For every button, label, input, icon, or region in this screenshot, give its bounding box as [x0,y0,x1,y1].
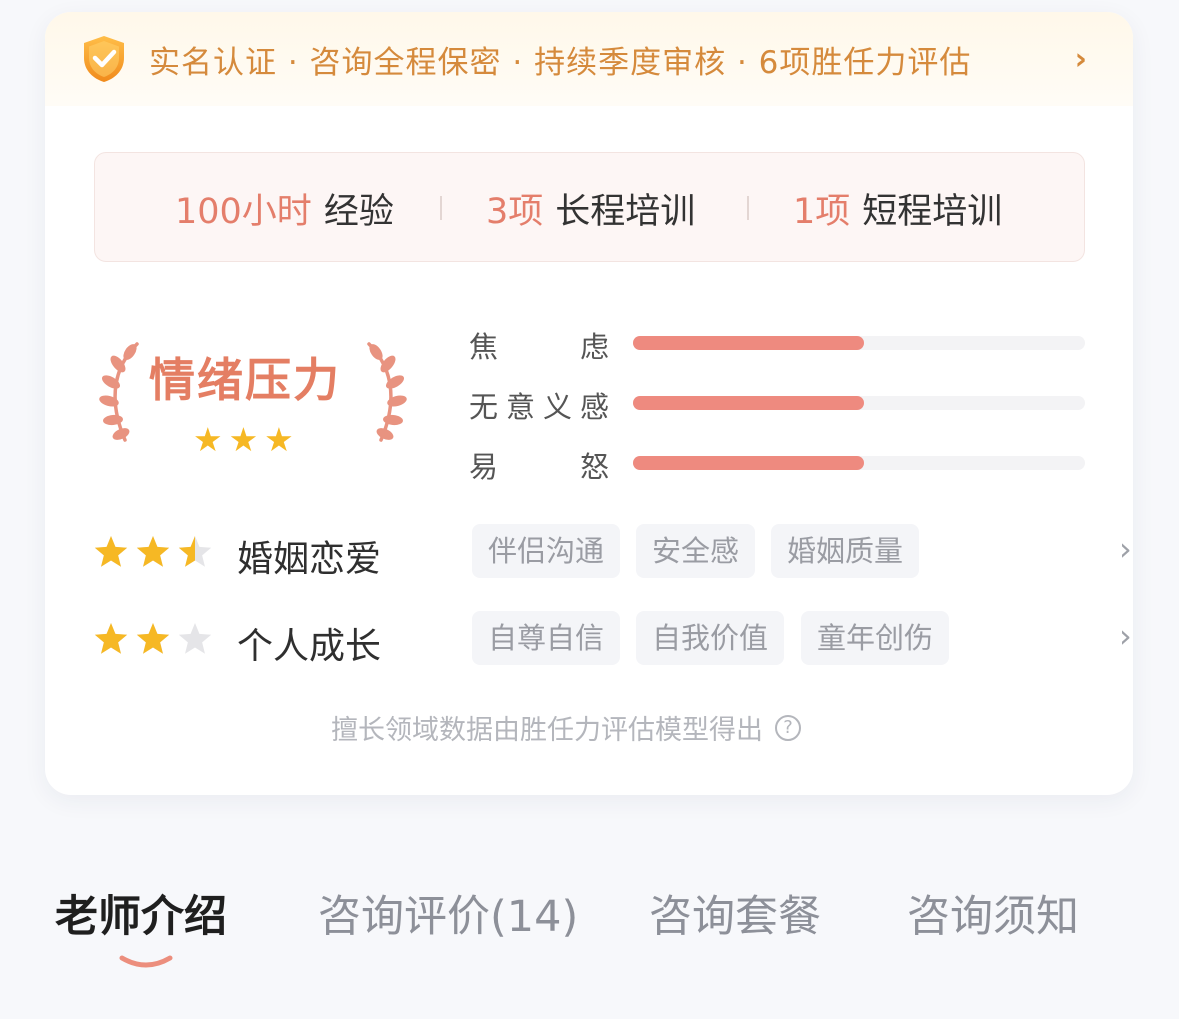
symptom-bar-meaninglessness: 无 意 义 感 [469,382,1087,424]
category-name: 婚姻恋爱 [237,539,382,580]
star-rating [94,536,212,567]
label-char: 怒 [579,450,609,484]
stat-value: 100小时 [175,192,312,232]
symptom-label: 易 怒 [469,444,609,486]
label-char: 意 [505,390,535,424]
tag-chip[interactable]: 安全感 [636,524,756,578]
star-filled-icon [94,623,128,654]
label-char: 义 [542,390,572,424]
chevron-right-icon: › [1074,42,1087,77]
help-circle-icon[interactable]: ? [775,714,801,741]
featured-specialty-emblem: 情绪压力 ★★★ [93,334,413,459]
tab-teacher-intro[interactable]: 老师介绍 [55,882,227,944]
label-char: 虑 [579,330,609,364]
stat-experience: 100小时 经验 [175,183,394,234]
category-row-marriage[interactable]: 婚姻恋爱 伴侣沟通 安全感 婚姻质量 › [93,524,1132,580]
tag-chip[interactable]: 自尊自信 [472,611,621,665]
footnote-text: 擅长领域数据由胜任力评估模型得出 [331,715,763,746]
laurel-right-icon [367,342,407,442]
experience-stats: 100小时 经验 3项 长程培训 1项 短程培训 [94,152,1085,262]
tag-chip[interactable]: 伴侣沟通 [472,524,621,578]
tag-chip[interactable]: 自我价值 [636,611,785,665]
stat-label: 短程培训 [862,192,1003,232]
label-char: 焦 [469,330,499,364]
tab-notice[interactable]: 咨询须知 [907,882,1079,944]
certification-text: 实名认证 · 咨询全程保密 · 持续季度审核 · 6项胜任力评估 [149,44,972,81]
profile-tab-bar: 老师介绍 咨询评价(14) 咨询套餐 咨询须知 [0,860,1179,980]
symptom-bar-anxiety: 焦 虑 [469,322,1087,364]
tab-reviews[interactable]: 咨询评价(14) [318,882,578,944]
shield-check-icon [84,36,124,82]
stat-divider [747,196,749,220]
bar-fill [633,336,864,350]
label-char: 易 [469,450,499,484]
star-filled-icon [94,536,128,567]
tag-chip[interactable]: 婚姻质量 [771,524,920,578]
stat-long-training: 3项 长程培训 [486,183,695,234]
featured-star-rating: ★★★ [193,420,300,459]
bar-track [633,456,1085,470]
assessment-footnote: 擅长领域数据由胜任力评估模型得出 ? [331,708,801,747]
bar-track [633,336,1085,350]
stat-value: 3项 [486,192,544,232]
symptom-label: 无 意 义 感 [469,384,609,426]
tab-packages[interactable]: 咨询套餐 [649,882,821,944]
certification-banner[interactable]: 实名认证 · 咨询全程保密 · 持续季度审核 · 6项胜任力评估 › [45,12,1133,106]
active-tab-indicator [119,955,173,968]
category-row-growth[interactable]: 个人成长 自尊自信 自我价值 童年创伤 › [93,611,1132,667]
symptom-bar-irritability: 易 怒 [469,442,1087,484]
category-name: 个人成长 [237,626,382,667]
label-char: 无 [469,390,499,424]
stat-divider [440,196,442,220]
bar-fill [633,396,864,410]
stat-value: 1项 [793,192,851,232]
stat-label: 经验 [323,192,394,232]
featured-specialty-title: 情绪压力 [149,353,341,407]
star-empty-icon [178,623,212,654]
symptom-label: 焦 虑 [469,324,609,366]
stat-short-training: 1项 短程培训 [793,183,1002,234]
bar-fill [633,456,864,470]
laurel-left-icon [99,342,139,442]
star-filled-icon [136,536,170,567]
chevron-right-icon[interactable]: › [1119,617,1132,655]
counselor-competency-card: 实名认证 · 咨询全程保密 · 持续季度审核 · 6项胜任力评估 › 100小时… [45,12,1133,795]
chevron-right-icon[interactable]: › [1119,530,1132,568]
stat-label: 长程培训 [555,192,696,232]
star-rating [94,623,212,654]
tag-chip[interactable]: 童年创伤 [801,611,950,665]
star-filled-icon [136,623,170,654]
label-char: 感 [579,390,609,424]
bar-track [633,396,1085,410]
